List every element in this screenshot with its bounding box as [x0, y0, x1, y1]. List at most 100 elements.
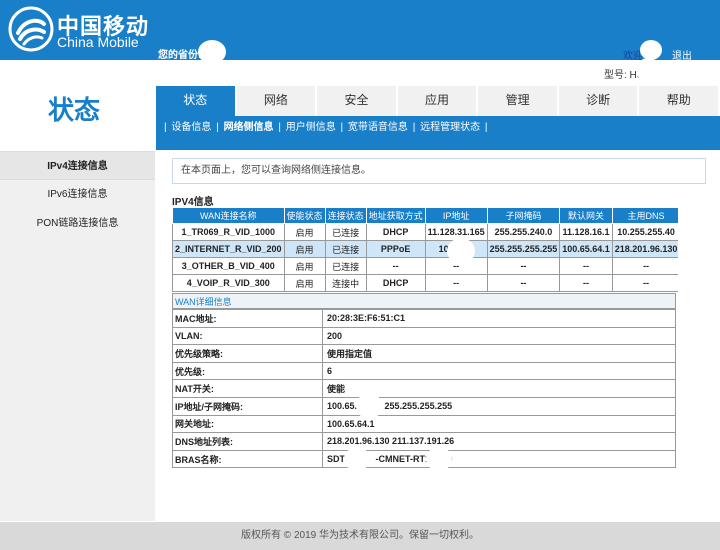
table-cell: DHCP	[365, 274, 426, 292]
table-cell: 启用	[283, 240, 326, 258]
detail-value: 20:28:3E:F6:51:C1	[322, 309, 676, 328]
page-description: 在本页面上，您可以查询网络侧连接信息。	[172, 158, 706, 184]
tab-help[interactable]: 帮助	[639, 86, 720, 116]
table-cell: 100.65.64.1	[559, 240, 613, 258]
logout-link[interactable]: 退出	[672, 47, 692, 62]
china-mobile-logo-icon	[8, 6, 54, 52]
table-cell: 启用	[283, 257, 326, 275]
table-cell: --	[611, 274, 678, 292]
tab-application[interactable]: 应用	[397, 86, 479, 116]
ipv4-section-title: IPV4信息	[172, 197, 214, 208]
subnav-broadband-voice-info[interactable]: 宽带语音信息	[348, 122, 408, 133]
main-tabs: 状态 网络 安全 应用 管理 诊断 帮助	[156, 86, 720, 116]
tab-security[interactable]: 安全	[317, 86, 398, 116]
detail-key: 优先级策略:	[172, 344, 323, 363]
column-header: 默认网关	[559, 207, 613, 224]
table-cell: DHCP	[365, 223, 426, 241]
tab-network[interactable]: 网络	[236, 86, 318, 116]
table-cell: 11.128.16.1	[559, 223, 613, 241]
table-cell: --	[365, 257, 426, 275]
wan-detail-table: MAC地址: 20:28:3E:F6:51:C1 VLAN: 200 优先级策略: 使…	[172, 309, 676, 469]
table-row: DNS地址列表: 218.201.96.130 211.137.191.26	[172, 432, 676, 451]
column-header: 使能状态	[283, 207, 326, 224]
wan-detail-title: WAN详细信息	[172, 293, 676, 309]
ip-redaction	[447, 238, 475, 264]
table-row: 优先级: 6	[172, 361, 676, 381]
table-row: MAC地址: 20:28:3E:F6:51:C1	[172, 309, 676, 328]
table-cell: --	[611, 257, 678, 275]
brand-name-en: China Mobile	[57, 34, 139, 50]
subnav-separator: |	[412, 122, 416, 133]
table-cell: 218.201.96.130	[611, 240, 678, 258]
table-row[interactable]: 4_VOIP_R_VID_300 启用 连接中 DHCP -- -- -- --	[172, 274, 678, 292]
table-row: BRAS名称: SDTA -CMNET-RT1 0	[172, 449, 676, 469]
subnav-user-side-info[interactable]: 用户侧信息	[286, 122, 336, 133]
subnav-device-info[interactable]: 设备信息	[171, 122, 211, 133]
page-footer: 版权所有 © 2019 华为技术有限公司。保留一切权利。	[0, 522, 720, 550]
table-cell: --	[424, 274, 488, 292]
bras-redaction	[426, 447, 452, 471]
table-cell: 启用	[283, 223, 326, 241]
ip-redaction	[356, 393, 382, 419]
bras-redaction	[344, 447, 370, 471]
table-cell: 启用	[283, 274, 326, 292]
column-header: WAN连接名称	[172, 207, 285, 224]
sidebar-item-pon-link[interactable]: PON链路连接信息	[0, 209, 155, 238]
detail-value: 100.65.64.1	[322, 414, 676, 434]
table-cell: 2_INTERNET_R_VID_200	[172, 240, 285, 258]
sidebar-item-ipv6[interactable]: IPv6连接信息	[0, 180, 155, 209]
table-row: IP地址/子网掩码: 100.65.9 255.255.255.255	[172, 396, 676, 416]
detail-value: SDTA -CMNET-RT1 0	[322, 449, 676, 469]
detail-key: NAT开关:	[172, 379, 323, 398]
table-cell: 1_TR069_R_VID_1000	[172, 223, 285, 241]
table-row-selected[interactable]: 2_INTERNET_R_VID_200 启用 已连接 PPPoE 100.65…	[172, 240, 678, 258]
table-cell: --	[559, 274, 613, 292]
table-cell: 3_OTHER_B_VID_400	[172, 257, 285, 275]
top-header: 中国移动 China Mobile 您的省份: 欢迎您! 退出	[0, 0, 720, 64]
subnav-separator: |	[164, 122, 167, 133]
table-cell: 4_VOIP_R_VID_300	[172, 274, 285, 292]
detail-key: 网关地址:	[172, 414, 323, 434]
subnav-separator: |	[216, 122, 219, 133]
tab-management[interactable]: 管理	[478, 86, 559, 116]
column-header: 主用DNS	[611, 207, 678, 224]
tab-status[interactable]: 状态	[156, 86, 237, 116]
province-redaction	[198, 40, 226, 64]
subnav-separator: |	[278, 122, 281, 133]
subnav-separator: |	[340, 122, 344, 133]
detail-key: BRAS名称:	[172, 449, 323, 469]
table-cell: --	[486, 257, 561, 275]
table-cell: --	[559, 257, 613, 275]
table-cell: 连接中	[324, 274, 367, 292]
province-label: 您的省份:	[158, 50, 202, 61]
username-redaction	[640, 40, 662, 60]
table-header-row: WAN连接名称 使能状态 连接状态 地址获取方式 IP地址 子网掩码 默认网关 …	[172, 207, 678, 224]
table-cell: 10.255.255.40	[611, 223, 678, 241]
model-redaction	[636, 58, 660, 82]
sub-navigation: | 设备信息 | 网络侧信息 | 用户侧信息 | 宽带语音信息 | 远程管理状态…	[156, 116, 720, 150]
subnav-remote-management-status[interactable]: 远程管理状态	[420, 122, 480, 133]
column-header: 连接状态	[324, 207, 367, 224]
table-row: NAT开关: 使能	[172, 379, 676, 398]
detail-value: 6	[322, 361, 676, 381]
table-row: 优先级策略: 使用指定值	[172, 344, 676, 363]
page-title: 状态	[48, 96, 101, 126]
subnav-separator: |	[484, 122, 488, 133]
sidebar-item-ipv4[interactable]: IPv4连接信息	[0, 151, 155, 180]
detail-value: 使用指定值	[322, 344, 676, 363]
table-cell: 已连接	[324, 240, 367, 258]
wan-connection-table: WAN连接名称 使能状态 连接状态 地址获取方式 IP地址 子网掩码 默认网关 …	[172, 207, 678, 292]
detail-key: DNS地址列表:	[172, 432, 323, 451]
column-header: 地址获取方式	[365, 207, 426, 224]
subnav-network-side-info[interactable]: 网络侧信息	[224, 122, 274, 133]
wan-table-container[interactable]: WAN连接名称 使能状态 连接状态 地址获取方式 IP地址 子网掩码 默认网关 …	[172, 207, 678, 297]
table-row: VLAN: 200	[172, 326, 676, 346]
table-row[interactable]: 1_TR069_R_VID_1000 启用 已连接 DHCP 11.128.31…	[172, 223, 678, 241]
column-header: 子网掩码	[486, 207, 561, 224]
table-cell: --	[486, 274, 561, 292]
tab-diagnosis[interactable]: 诊断	[558, 86, 640, 116]
detail-value: 218.201.96.130 211.137.191.26	[322, 432, 676, 451]
table-row[interactable]: 3_OTHER_B_VID_400 启用 已连接 -- -- -- -- --	[172, 257, 678, 275]
detail-value: 200	[322, 326, 676, 346]
detail-key: 优先级:	[172, 361, 323, 381]
